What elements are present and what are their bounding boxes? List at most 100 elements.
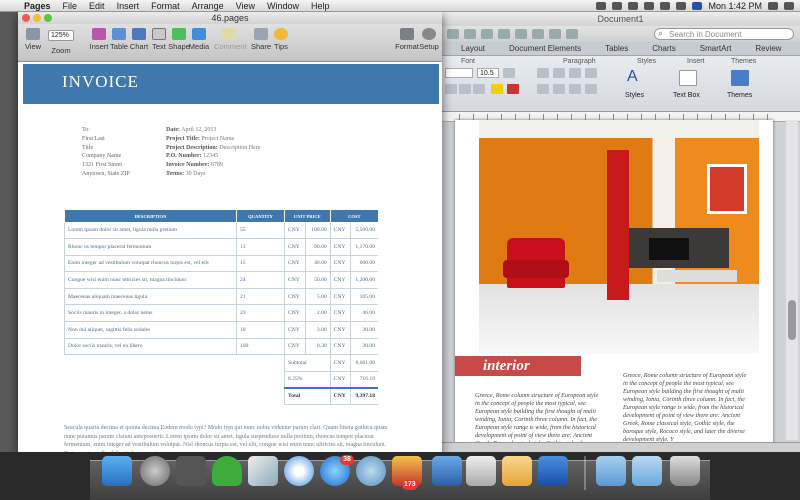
row-cost-currency[interactable]: CNY bbox=[329, 321, 351, 339]
row-cost-currency[interactable]: CNY bbox=[329, 271, 351, 289]
finder-icon[interactable] bbox=[102, 456, 132, 486]
numbering-icon[interactable] bbox=[553, 68, 565, 78]
row-cost[interactable]: 1,170.00 bbox=[349, 238, 378, 256]
align-center-icon[interactable] bbox=[553, 84, 565, 94]
outline-icon[interactable] bbox=[569, 68, 581, 78]
zoom-window-button[interactable] bbox=[44, 14, 52, 22]
underline-icon[interactable] bbox=[473, 84, 485, 94]
spotlight-icon[interactable] bbox=[768, 1, 778, 10]
notification-center-icon[interactable] bbox=[784, 1, 794, 10]
copy-icon[interactable] bbox=[532, 29, 544, 39]
row-unit-currency[interactable]: CNY bbox=[284, 238, 306, 256]
font-size-select[interactable]: 10.5 bbox=[477, 68, 499, 78]
row-description[interactable]: Non dui aliquet, sagittis felis sodales bbox=[64, 321, 237, 339]
menu-file[interactable]: File bbox=[57, 0, 84, 12]
menu-insert[interactable]: Insert bbox=[111, 0, 146, 12]
android-icon[interactable] bbox=[212, 456, 242, 486]
row-description[interactable]: Maecenas aliquam maecenas ligula bbox=[64, 288, 237, 306]
trash-icon[interactable] bbox=[670, 456, 700, 486]
row-cost[interactable]: 105.00 bbox=[349, 288, 378, 306]
preview-icon[interactable] bbox=[356, 456, 386, 486]
invoice-row[interactable]: Rhonc us tempor placerat fermentum 13 CNY 9… bbox=[64, 238, 378, 256]
minimize-button[interactable] bbox=[33, 14, 41, 22]
row-description[interactable]: Dolor sociis mauris, vel eu libero bbox=[64, 338, 237, 356]
textedit-icon[interactable] bbox=[466, 456, 496, 486]
row-cost[interactable]: 5,500.00 bbox=[349, 222, 378, 240]
row-description[interactable]: Rhonc us tempor placerat fermentum bbox=[64, 238, 237, 256]
mission-control-icon[interactable] bbox=[176, 456, 206, 486]
row-unit-currency[interactable]: CNY bbox=[284, 222, 306, 240]
italic-icon[interactable] bbox=[459, 84, 471, 94]
row-unit-price[interactable]: 90.00 bbox=[304, 238, 331, 256]
applications-folder-icon[interactable] bbox=[596, 456, 626, 486]
bullets-icon[interactable] bbox=[537, 68, 549, 78]
font-grow-icon[interactable] bbox=[503, 68, 515, 78]
invoice-row[interactable]: Congue wisi enim nunc ultricies sit, mag… bbox=[64, 271, 378, 289]
volume-icon[interactable] bbox=[660, 1, 671, 10]
media-button[interactable]: Media bbox=[184, 28, 214, 51]
row-description[interactable]: Lorem ipsum dolor sit amet, ligula nulla… bbox=[64, 222, 237, 240]
menu-edit[interactable]: Edit bbox=[83, 0, 111, 12]
bold-icon[interactable] bbox=[445, 84, 457, 94]
row-quantity[interactable]: 10 bbox=[236, 321, 285, 339]
row-description[interactable]: Congue wisi enim nunc ultricies sit, mag… bbox=[64, 271, 237, 289]
bluetooth-icon[interactable] bbox=[628, 1, 639, 10]
row-description[interactable]: Sociis mauris in integer, a dolor netus bbox=[64, 304, 237, 323]
battery-icon[interactable] bbox=[676, 1, 687, 10]
xcode-icon[interactable] bbox=[432, 456, 462, 486]
new-doc-icon[interactable] bbox=[447, 29, 459, 39]
wifi-icon[interactable] bbox=[644, 1, 655, 10]
menubar-clock[interactable]: Mon 1:42 PM bbox=[708, 1, 762, 11]
menu-arrange[interactable]: Arrange bbox=[186, 0, 230, 12]
word-dock-icon[interactable] bbox=[538, 456, 568, 486]
row-quantity[interactable]: 15 bbox=[236, 255, 285, 273]
close-button[interactable] bbox=[22, 14, 30, 22]
justify-icon[interactable] bbox=[585, 84, 597, 94]
row-cost[interactable]: 600.00 bbox=[349, 255, 378, 273]
safari-icon[interactable] bbox=[284, 456, 314, 486]
word-document-page[interactable]: interior Greece, Rome column structure o… bbox=[455, 120, 773, 444]
tab-review[interactable]: Review bbox=[743, 42, 793, 55]
view-button[interactable]: View bbox=[18, 28, 48, 51]
row-unit-price[interactable]: 100.00 bbox=[304, 222, 331, 240]
row-quantity[interactable]: 13 bbox=[236, 238, 285, 256]
row-cost-currency[interactable]: CNY bbox=[329, 255, 351, 273]
send-icon[interactable] bbox=[248, 456, 278, 486]
tab-charts[interactable]: Charts bbox=[640, 42, 688, 55]
row-unit-currency[interactable]: CNY bbox=[284, 304, 306, 323]
setup-button[interactable]: Setup bbox=[414, 28, 442, 51]
flag-icon[interactable] bbox=[692, 1, 703, 10]
dropbox-icon[interactable] bbox=[596, 1, 607, 10]
row-quantity[interactable]: 100 bbox=[236, 338, 285, 356]
downloads-folder-icon[interactable] bbox=[632, 456, 662, 486]
row-unit-currency[interactable]: CNY bbox=[284, 321, 306, 339]
tab-layout[interactable]: Layout bbox=[449, 42, 497, 55]
styles-icon[interactable]: A bbox=[627, 68, 638, 86]
row-quantity[interactable]: 21 bbox=[236, 288, 285, 306]
menu-help[interactable]: Help bbox=[305, 0, 336, 12]
font-color-icon[interactable] bbox=[507, 84, 519, 94]
row-cost-currency[interactable]: CNY bbox=[329, 338, 351, 356]
row-unit-price[interactable]: 5.00 bbox=[304, 288, 331, 306]
invoice-row[interactable]: Lorem ipsum dolor sit amet, ligula nulla… bbox=[64, 222, 378, 240]
invoice-row[interactable]: Sociis mauris in integer, a dolor netus 2… bbox=[64, 304, 378, 323]
tab-document-elements[interactable]: Document Elements bbox=[497, 42, 593, 55]
word-search-input[interactable]: Search in Document bbox=[654, 28, 794, 40]
menu-app-name[interactable]: Pages bbox=[18, 0, 57, 12]
row-cost-currency[interactable]: CNY bbox=[329, 288, 351, 306]
row-quantity[interactable]: 55 bbox=[236, 222, 285, 240]
highlight-icon[interactable] bbox=[491, 84, 503, 94]
timemachine-icon[interactable] bbox=[612, 1, 623, 10]
row-unit-currency[interactable]: CNY bbox=[284, 255, 306, 273]
row-unit-price[interactable]: 3.00 bbox=[304, 321, 331, 339]
tips-button[interactable]: Tips bbox=[266, 28, 296, 51]
row-unit-currency[interactable]: CNY bbox=[284, 338, 306, 356]
row-cost[interactable]: 46.00 bbox=[349, 304, 378, 323]
row-cost[interactable]: 1,200.00 bbox=[349, 271, 378, 289]
menu-window[interactable]: Window bbox=[261, 0, 305, 12]
launchpad-icon[interactable] bbox=[140, 456, 170, 486]
row-unit-currency[interactable]: CNY bbox=[284, 271, 306, 289]
zoom-select[interactable]: 125% bbox=[48, 30, 74, 41]
invoice-row[interactable]: Maecenas aliquam maecenas ligula 21 CNY 5.0… bbox=[64, 288, 378, 306]
row-cost-currency[interactable]: CNY bbox=[329, 238, 351, 256]
